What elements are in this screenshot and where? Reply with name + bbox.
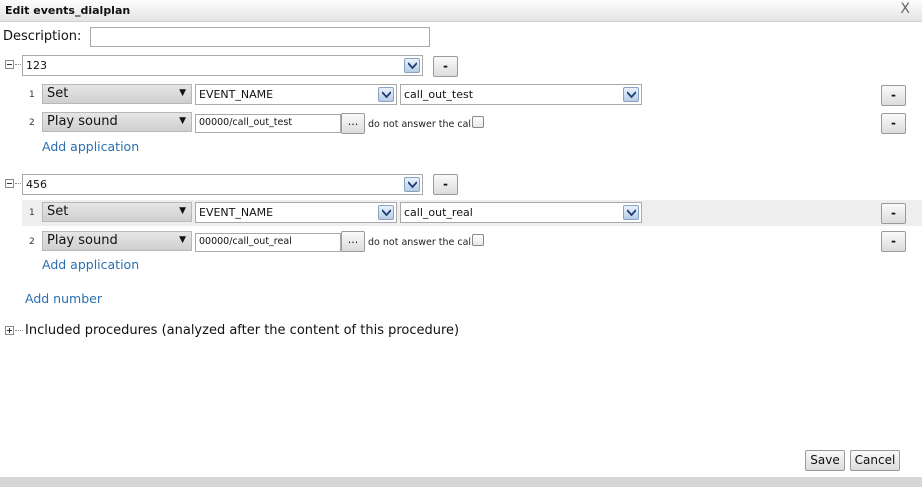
application-index: 2 [29, 118, 35, 128]
no-answer-label: do not answer the call [368, 237, 474, 248]
value-value: call_out_real [404, 206, 473, 219]
no-answer-checkbox[interactable] [472, 234, 484, 246]
add-application-link[interactable]: Add application [42, 139, 139, 154]
number-combo[interactable]: 123 [22, 55, 423, 76]
value-combo[interactable]: call_out_test [400, 84, 642, 105]
chevron-down-icon[interactable] [404, 177, 420, 192]
included-procedures-label: Included procedures (analyzed after the … [25, 323, 460, 338]
application-type-select[interactable]: Play sound ▼ [42, 112, 192, 132]
chevron-down-icon[interactable] [404, 58, 420, 73]
number-combo[interactable]: 456 [22, 174, 423, 195]
add-application-link[interactable]: Add application [42, 257, 139, 272]
dialog-footer-bar [0, 477, 922, 487]
application-index: 1 [29, 208, 35, 218]
variable-value: EVENT_NAME [199, 88, 274, 101]
tree-collapse-icon[interactable] [5, 179, 23, 188]
cancel-button[interactable]: Cancel [850, 450, 900, 471]
description-input[interactable] [90, 27, 430, 47]
remove-application-button[interactable]: - [881, 203, 906, 224]
number-value: 123 [26, 59, 47, 72]
save-button[interactable]: Save [805, 450, 845, 471]
chevron-down-icon[interactable] [623, 205, 639, 220]
no-answer-label: do not answer the call [368, 119, 474, 130]
caret-down-icon: ▼ [179, 206, 186, 216]
application-type-select[interactable]: Set ▼ [42, 202, 192, 222]
number-value: 456 [26, 178, 47, 191]
application-type-select[interactable]: Play sound ▼ [42, 231, 192, 251]
chevron-down-icon[interactable] [378, 205, 394, 220]
remove-number-button[interactable]: - [433, 56, 458, 77]
dialog-title: Edit events_dialplan [5, 4, 131, 17]
chevron-down-icon[interactable] [378, 87, 394, 102]
close-icon[interactable]: X [900, 1, 910, 17]
description-label: Description: [3, 29, 82, 44]
caret-down-icon: ▼ [179, 88, 186, 98]
caret-down-icon: ▼ [179, 116, 186, 126]
remove-number-button[interactable]: - [433, 174, 458, 195]
value-value: call_out_test [404, 88, 474, 101]
chevron-down-icon[interactable] [623, 87, 639, 102]
sound-file-field[interactable]: 00000/call_out_test [195, 114, 341, 133]
application-type-value: Play sound [47, 114, 118, 129]
browse-file-button[interactable]: ... [341, 113, 365, 134]
application-index: 1 [29, 90, 35, 100]
variable-combo[interactable]: EVENT_NAME [195, 202, 397, 223]
application-index: 2 [29, 237, 35, 247]
remove-application-button[interactable]: - [881, 113, 906, 134]
caret-down-icon: ▼ [179, 235, 186, 245]
tree-collapse-icon[interactable] [5, 60, 23, 69]
application-type-value: Set [47, 86, 69, 101]
add-number-link[interactable]: Add number [25, 291, 102, 306]
remove-application-button[interactable]: - [881, 85, 906, 106]
browse-file-button[interactable]: ... [341, 231, 365, 252]
remove-application-button[interactable]: - [881, 231, 906, 252]
sound-file-field[interactable]: 00000/call_out_real [195, 233, 341, 252]
application-type-value: Play sound [47, 233, 118, 248]
variable-value: EVENT_NAME [199, 206, 274, 219]
tree-expand-icon[interactable] [5, 326, 23, 335]
no-answer-checkbox[interactable] [472, 116, 484, 128]
dialog-titlebar: Edit events_dialplan X [0, 0, 922, 22]
variable-combo[interactable]: EVENT_NAME [195, 84, 397, 105]
value-combo[interactable]: call_out_real [400, 202, 642, 223]
application-type-value: Set [47, 204, 69, 219]
application-type-select[interactable]: Set ▼ [42, 84, 192, 104]
